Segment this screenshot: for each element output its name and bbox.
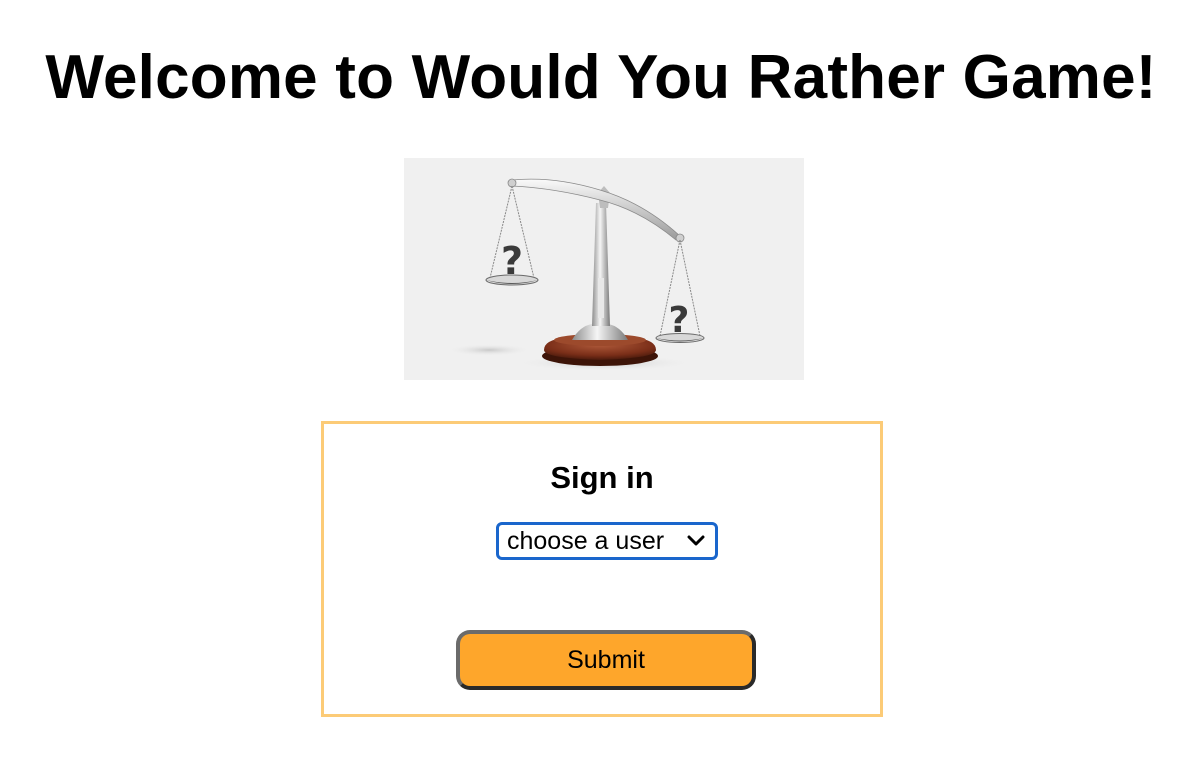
balance-scale-illustration: ? ?: [447, 178, 705, 371]
user-select[interactable]: choose a user: [496, 522, 718, 560]
page: Welcome to Would You Rather Game! ? ? Si…: [0, 0, 1202, 772]
page-title: Welcome to Would You Rather Game!: [45, 43, 1157, 112]
user-select-value: choose a user: [507, 527, 665, 555]
scale-image: ? ?: [404, 158, 804, 380]
chevron-down-icon: [685, 534, 707, 548]
right-question-mark: ?: [669, 300, 690, 341]
left-question-mark: ?: [501, 239, 523, 283]
submit-button[interactable]: Submit: [456, 630, 756, 690]
signin-panel: Sign in choose a user Submit: [321, 421, 883, 717]
signin-heading: Sign in: [550, 460, 654, 495]
